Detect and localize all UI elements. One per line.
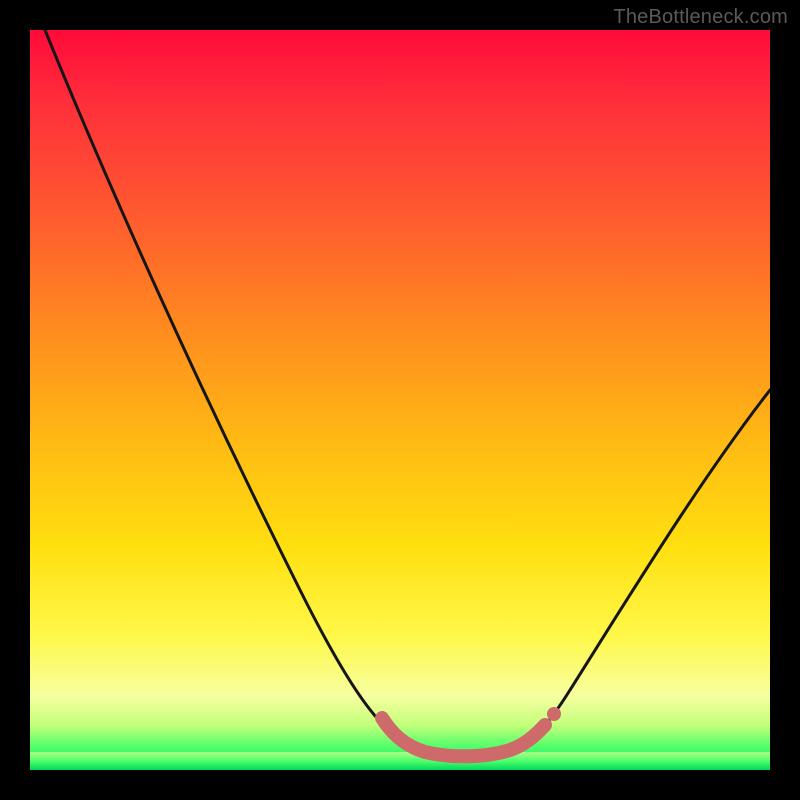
watermark-text: TheBottleneck.com — [613, 6, 788, 29]
bottleneck-curve — [45, 30, 770, 756]
valley-highlight-dot — [547, 707, 561, 721]
valley-highlight — [382, 718, 545, 756]
bottleneck-curve-svg — [30, 30, 770, 770]
plot-area — [30, 30, 770, 770]
chart-frame: TheBottleneck.com — [0, 0, 800, 800]
